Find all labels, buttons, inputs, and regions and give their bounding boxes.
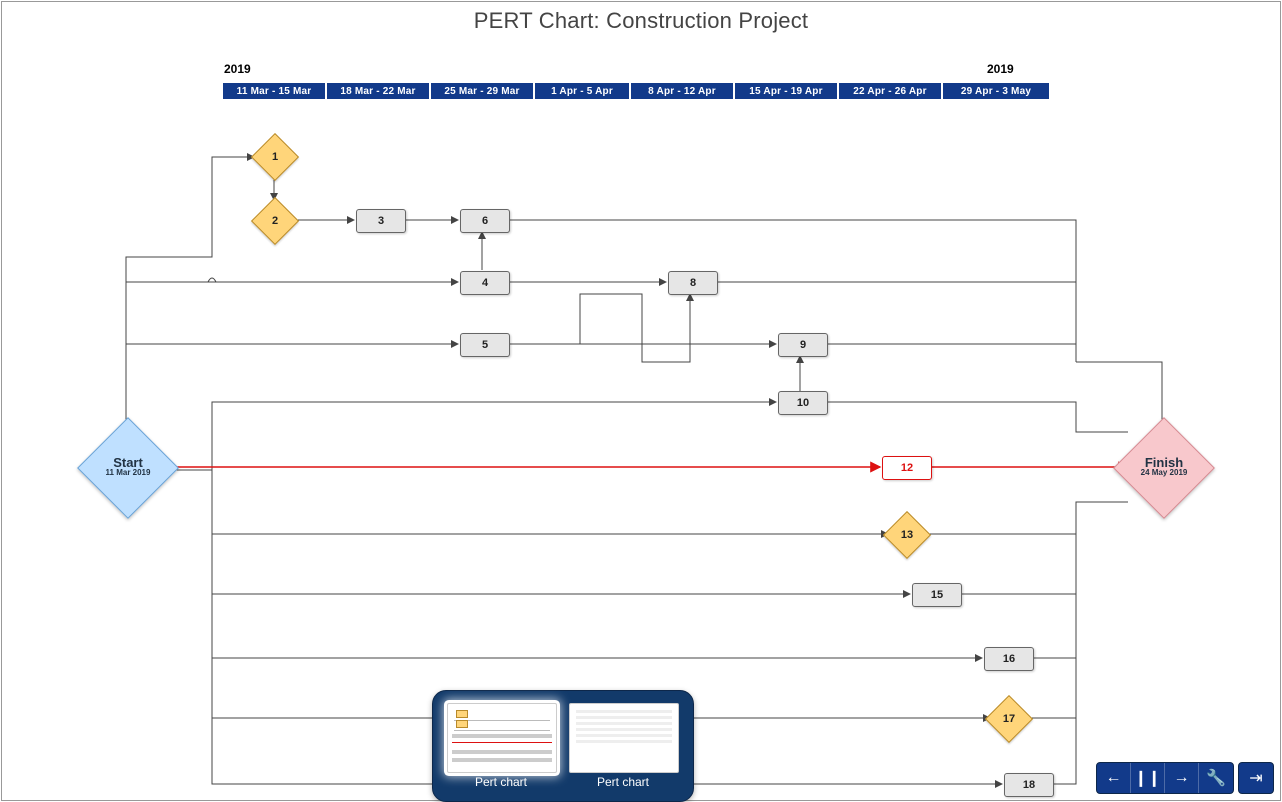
arrow-right-icon: →	[1174, 769, 1190, 787]
exit-button[interactable]: ⇥	[1239, 763, 1273, 793]
wrench-icon: 🔧	[1206, 768, 1226, 788]
task-node-4[interactable]: 4	[460, 271, 510, 295]
pert-chart-view: PERT Chart: Construction Project 2019 20…	[1, 1, 1281, 801]
carousel-label: Pert chart	[569, 775, 677, 789]
pause-button[interactable]: ❙❙	[1131, 763, 1165, 793]
arrow-left-icon: ←	[1106, 769, 1122, 787]
task-node-10[interactable]: 10	[778, 391, 828, 415]
finish-date: 24 May 2019	[1114, 468, 1214, 477]
connector-layer	[2, 2, 1280, 800]
prev-button[interactable]: ←	[1097, 763, 1131, 793]
task-node-9[interactable]: 9	[778, 333, 828, 357]
next-button[interactable]: →	[1165, 763, 1199, 793]
task-node-12-critical[interactable]: 12	[882, 456, 932, 480]
task-node-5[interactable]: 5	[460, 333, 510, 357]
task-node-15[interactable]: 15	[912, 583, 962, 607]
settings-button[interactable]: 🔧	[1199, 763, 1233, 793]
task-node-16[interactable]: 16	[984, 647, 1034, 671]
view-carousel: Pert chart Pert chart	[432, 690, 694, 802]
viewer-toolbar: ← ❙❙ → 🔧 ⇥	[1092, 762, 1274, 794]
exit-icon: ⇥	[1249, 768, 1262, 788]
task-node-6[interactable]: 6	[460, 209, 510, 233]
task-node-18[interactable]: 18	[1004, 773, 1054, 797]
task-node-8[interactable]: 8	[668, 271, 718, 295]
carousel-thumb-pert-1[interactable]	[447, 703, 557, 773]
start-date: 11 Mar 2019	[78, 468, 178, 477]
carousel-label: Pert chart	[447, 775, 555, 789]
pause-icon: ❙❙	[1134, 768, 1161, 788]
carousel-thumb-pert-2[interactable]	[569, 703, 679, 773]
task-node-3[interactable]: 3	[356, 209, 406, 233]
